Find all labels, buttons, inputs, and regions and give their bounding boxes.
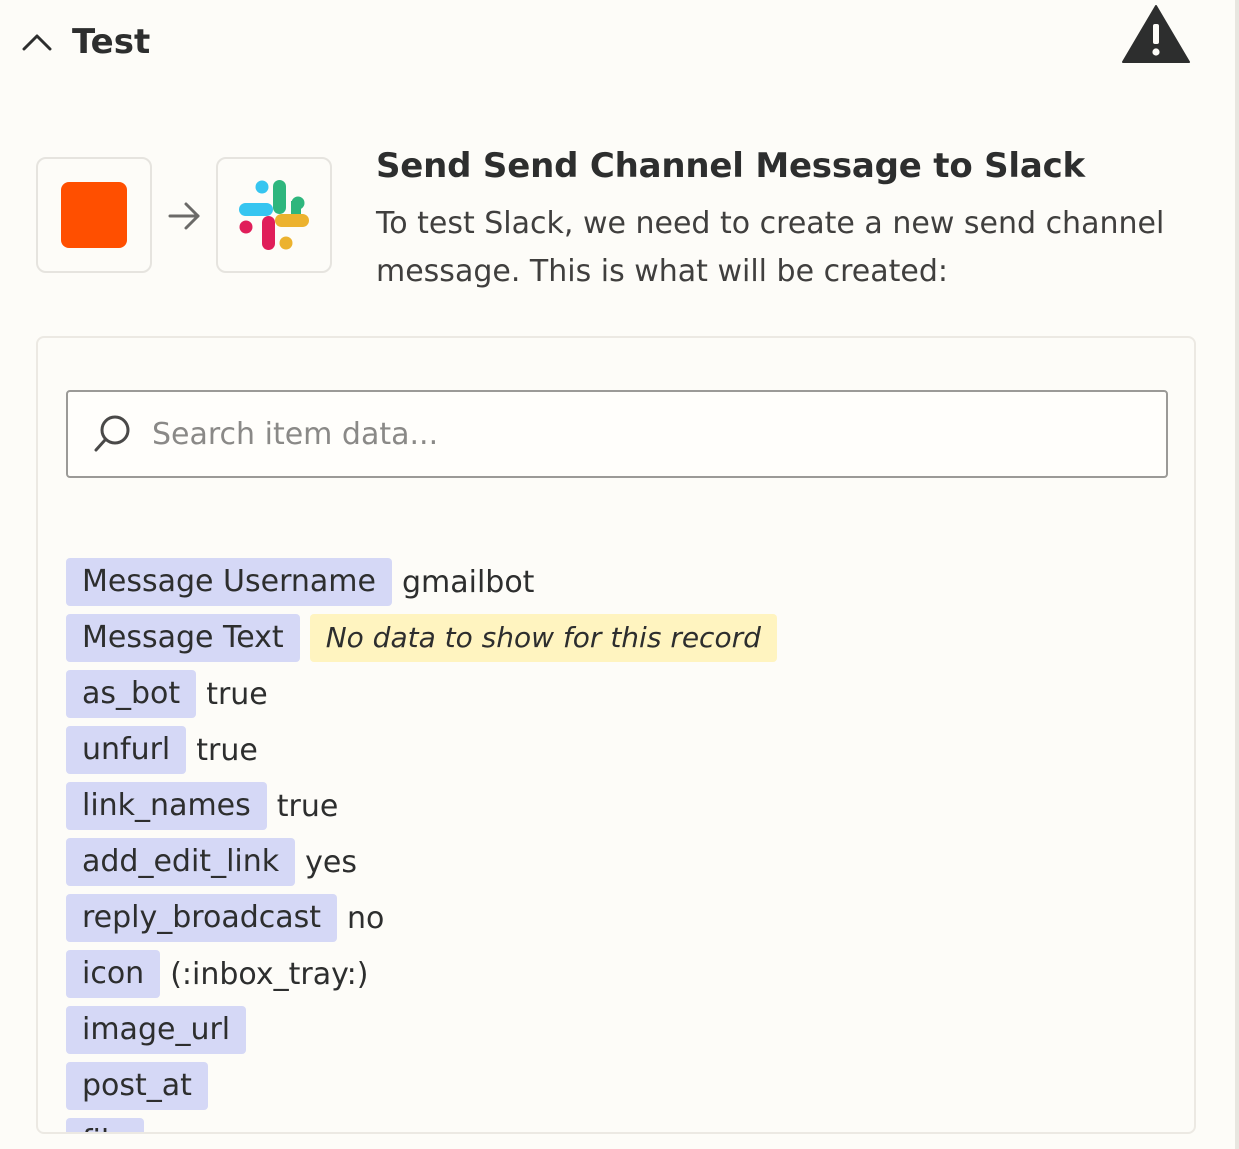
field-key: reply_broadcast xyxy=(66,894,338,942)
warning-icon[interactable] xyxy=(1121,4,1191,64)
field-row[interactable]: add_edit_link yes xyxy=(66,838,777,886)
field-row[interactable]: icon (:inbox_tray:) xyxy=(66,950,777,998)
empty-value-note: No data to show for this record xyxy=(309,614,777,662)
field-key: link_names xyxy=(66,782,267,830)
field-row[interactable]: file xyxy=(66,1118,777,1132)
field-row[interactable]: Message Text No data to show for this re… xyxy=(66,614,777,662)
item-data-panel: Message Username gmailbot Message Text N… xyxy=(36,336,1196,1134)
field-key: image_url xyxy=(66,1006,247,1054)
test-section-header[interactable]: Test xyxy=(20,14,150,70)
field-key: as_bot xyxy=(66,670,197,718)
field-value: yes xyxy=(305,844,357,880)
trigger-app-icon xyxy=(36,157,152,273)
field-list: Message Username gmailbot Message Text N… xyxy=(66,558,777,1132)
field-row[interactable]: unfurl true xyxy=(66,726,777,774)
field-value: gmailbot xyxy=(401,564,535,600)
field-value: true xyxy=(196,732,258,768)
field-row[interactable]: link_names true xyxy=(66,782,777,830)
arrow-right-icon xyxy=(166,196,202,236)
field-row[interactable]: image_url xyxy=(66,1006,777,1054)
field-key: post_at xyxy=(66,1062,208,1110)
field-key: file xyxy=(66,1118,144,1132)
slack-app-icon xyxy=(216,157,332,273)
slack-logo-icon xyxy=(239,180,309,250)
chevron-up-icon[interactable] xyxy=(20,25,54,59)
field-key: icon xyxy=(66,950,161,998)
field-key: Message Username xyxy=(66,558,392,606)
field-row[interactable]: post_at xyxy=(66,1062,777,1110)
search-box[interactable] xyxy=(66,390,1168,478)
field-key: Message Text xyxy=(66,614,300,662)
field-key: unfurl xyxy=(66,726,187,774)
section-title: Test xyxy=(72,22,151,62)
field-value: (:inbox_tray:) xyxy=(170,956,369,992)
step-title: Send Send Channel Message to Slack xyxy=(376,146,1085,186)
field-value: no xyxy=(347,900,385,936)
field-key: add_edit_link xyxy=(66,838,296,886)
step-description: To test Slack, we need to create a new s… xyxy=(376,206,1165,289)
field-value: true xyxy=(276,788,339,824)
search-input[interactable] xyxy=(150,403,1166,465)
orange-square-icon xyxy=(61,182,127,248)
search-icon xyxy=(94,415,130,452)
scrollbar-track[interactable] xyxy=(1235,0,1239,1149)
field-value: true xyxy=(206,676,268,712)
field-row[interactable]: as_bot true xyxy=(66,670,777,718)
field-row[interactable]: Message Username gmailbot xyxy=(66,558,777,606)
field-row[interactable]: reply_broadcast no xyxy=(66,894,777,942)
